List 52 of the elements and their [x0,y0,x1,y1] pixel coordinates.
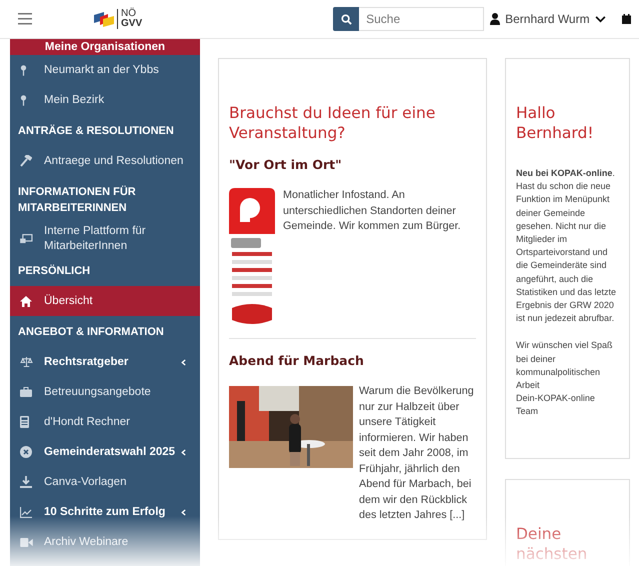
sidebar-section-title: ANGEBOT & INFORMATION [17,325,165,340]
card-title: Brauchst du Ideen für eine Veranstaltung? [229,103,436,143]
briefcase-icon [20,387,32,397]
home-icon [20,296,32,306]
pin-icon [20,64,27,76]
sidebar-item[interactable]: Rechtsratgeber [10,347,200,377]
sidebar-item[interactable]: Neumarkt an der Ybbs [10,55,200,85]
close-circle-icon [20,446,32,458]
sidebar-item[interactable]: Betreuungsangebote [10,377,200,407]
search-icon [340,14,352,24]
welcome-text: Dein-KOPAK-online Team [516,392,596,418]
screen-icon [20,234,33,244]
user-name[interactable]: Bernhard Wurm [505,12,590,26]
line-chart-icon [20,506,32,518]
video-icon [20,538,33,546]
welcome-text: Neu bei KOPAK-online. Hast du schon die neue Funktion im Menüpunkt deiner Gemeinde gesehen. Nicht nur die Mitglieder im Ortsparteivorstand und die Gemeinderäte sind angeführt, auch die Statistiken und das letzte Ergebnis der GRW 2020 ist nun jedezeit abrufbar. [516,167,618,326]
sidebar-item[interactable]: Mein Bezirk [10,85,200,115]
sidebar-section-title: PERSÖNLICH [17,264,92,279]
chevron-left-icon [181,508,186,516]
search-field[interactable]: Suche [359,7,484,31]
hammer-icon [20,155,32,167]
sidebar-item[interactable]: Interne Plattform für MitarbeiterInnen [10,223,200,255]
scale-icon [20,357,33,367]
menu-icon[interactable] [18,13,32,25]
sidebar-item[interactable]: d'Hondt Rechner [10,407,200,437]
chevron-left-icon [181,358,186,366]
sidebar-item[interactable]: Antraege und Resolutionen [10,146,200,176]
calculator-icon [20,416,29,428]
sidebar-section-title: INFORMATIONEN FÜR MITARBEITERINNEN [17,184,137,216]
download-icon [20,476,32,488]
article-text: Monatlicher Infostand. An unterschiedlichen Standorten deiner Gemeinde. Wir kommen zum Bürger. [283,188,462,234]
article-text: Warum die Bevölkerung nur zur Halbzeit über unsere Tätigkeit informieren. Wir haben seit dem Jahr 2008, im Frühjahr, jährlich den Abend für Marbach, bei dem wir den Rückblick des letzten Jahres [...] [359,384,475,523]
logo-text: GVV [121,19,142,29]
sidebar-item[interactable]: Gemeinderatswahl 2025 [10,437,200,467]
article-title: Abend für Marbach [229,353,365,368]
logo-text: NÖ [121,9,137,19]
article-title: "Vor Ort im Ort" [229,157,343,172]
calendar-icon[interactable] [622,14,631,24]
sidebar-item[interactable]: Canva-Vorlagen [10,467,200,497]
flag-logo-icon [94,11,114,27]
pin-icon [20,94,27,106]
search-button[interactable] [333,7,360,31]
sidebar-group-title: Meine Organisationen [10,39,200,55]
chevron-down-icon[interactable] [594,16,606,22]
sidebar-section-title: ANTRÄGE & RESOLUTIONEN [17,124,175,139]
user-icon [490,13,500,25]
sidebar-item[interactable]: Übersicht [10,286,200,316]
card-title: Deine nächsten [516,524,588,564]
card-title: Hallo Bernhard! [516,103,595,143]
welcome-text: Wir wünschen viel Spaß bei deiner kommunalpolitischen Arbeit [516,339,614,392]
chevron-left-icon [181,448,186,456]
sidebar-item[interactable]: 10 Schritte zum Erfolg [10,497,200,527]
